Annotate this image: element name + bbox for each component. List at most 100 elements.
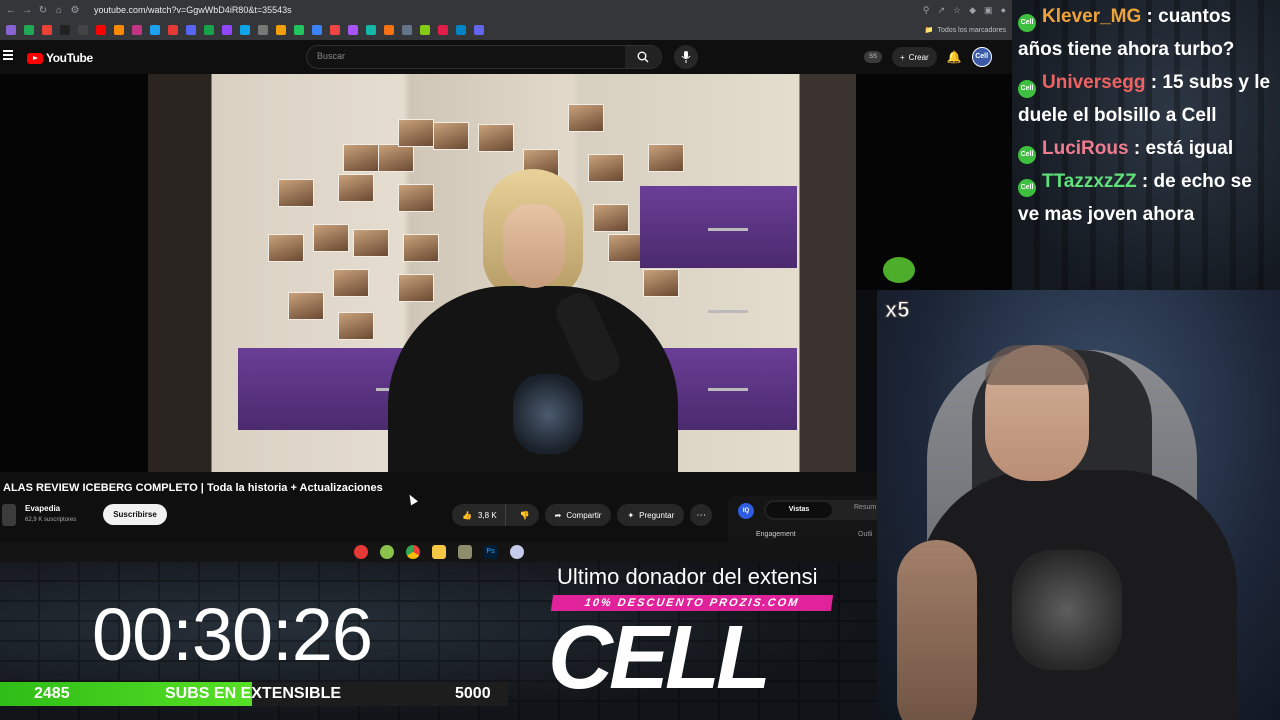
voice-search-button[interactable] (674, 45, 698, 69)
obs-app-icon[interactable] (353, 545, 368, 559)
app-icon[interactable] (457, 545, 472, 559)
bookmark-icon[interactable] (222, 25, 232, 35)
bookmark-icon[interactable] (6, 25, 16, 35)
plus-icon: + (900, 52, 905, 62)
player-letterbox-left (0, 74, 148, 472)
extensions-puzzle-icon[interactable]: ▣ (984, 5, 993, 16)
url-field[interactable]: youtube.com/watch?v=GgwWbD4iR80&t=35543s (86, 3, 917, 17)
frog-emote-icon (883, 257, 915, 283)
video-info: ALAS REVIEW ICEBERG COMPLETO | Toda la h… (0, 472, 884, 542)
bookmark-star-icon[interactable]: ☆ (953, 5, 961, 16)
photoshop-icon[interactable]: Ps (483, 545, 498, 559)
back-icon[interactable]: ← (6, 5, 16, 16)
bookmark-icon[interactable] (474, 25, 484, 35)
browser-tools: ⚲ ↗ ☆ ◆ ▣ ● (923, 5, 1006, 16)
all-bookmarks-folder[interactable]: 📁 Todos los marcadores (925, 26, 1006, 35)
bookmark-icon[interactable] (186, 25, 196, 35)
youtube-logo[interactable]: YouTube (27, 51, 93, 65)
bookmark-icon[interactable] (294, 25, 304, 35)
account-avatar[interactable]: Cell (971, 47, 992, 67)
bookmark-icon[interactable] (24, 25, 34, 35)
bookmark-icon[interactable] (42, 25, 52, 35)
chat-username: TTazzxzZZ (1042, 171, 1137, 192)
site-info-icon[interactable]: ⚙ (70, 5, 80, 16)
ellipsis-icon: ⋯ (696, 509, 707, 521)
bookmark-icon[interactable] (438, 25, 448, 35)
subs-goal-target: 5000 (455, 685, 491, 702)
bookmark-icon[interactable] (384, 25, 394, 35)
file-explorer-icon[interactable] (431, 545, 446, 559)
bookmark-icon[interactable] (330, 25, 340, 35)
tab-summary[interactable]: Resum (854, 504, 876, 511)
bookmark-icon[interactable] (168, 25, 178, 35)
bookmark-icon[interactable] (150, 25, 160, 35)
dislike-button[interactable]: 👎 (511, 504, 539, 526)
thumbs-up-icon: 👍 (462, 510, 472, 520)
bookmarks-bar: 📁 Todos los marcadores (0, 20, 1012, 40)
channel-avatar[interactable] (2, 504, 16, 526)
ask-button[interactable]: ✦ Preguntar (617, 504, 685, 526)
ask-label: Preguntar (639, 510, 675, 520)
pepe-emote: x5 (875, 255, 925, 323)
notifications-bell-icon[interactable]: 🔔 (947, 50, 962, 64)
zoom-icon[interactable]: ⚲ (923, 5, 930, 16)
bookmark-icon[interactable] (258, 25, 268, 35)
bookmark-icon[interactable] (312, 25, 322, 35)
extension-icon[interactable]: ◆ (969, 5, 976, 16)
search-input[interactable]: Buscar (317, 51, 345, 61)
bookmark-icon[interactable] (276, 25, 286, 35)
wall-photo (593, 204, 629, 232)
bookmark-icon[interactable] (204, 25, 214, 35)
menu-icon[interactable] (3, 50, 13, 60)
subs-goal-bar: 2485 SUBS EN EXTENSIBLE 5000 (0, 682, 508, 706)
video-player[interactable] (148, 74, 856, 472)
tab-views[interactable]: Vistas (766, 502, 832, 518)
bookmark-icon[interactable] (366, 25, 376, 35)
create-button[interactable]: + Crear (892, 47, 937, 67)
wall-photo (353, 229, 389, 257)
forward-icon[interactable]: → (22, 5, 32, 16)
app-icon[interactable] (379, 545, 394, 559)
profile-icon[interactable]: ● (1001, 5, 1006, 16)
bookmark-icon[interactable] (240, 25, 250, 35)
bookmark-icon[interactable] (132, 25, 142, 35)
create-label: Crear (908, 52, 929, 62)
bookmark-icon[interactable] (114, 25, 124, 35)
wall-photo (608, 234, 644, 262)
presenter-face (503, 204, 565, 288)
emote-multiplier: x5 (884, 297, 910, 323)
streamer-hair (985, 345, 1089, 385)
bookmark-icon[interactable] (402, 25, 412, 35)
bookmark-icon[interactable] (456, 25, 466, 35)
wall-photo (648, 144, 684, 172)
bookmark-icon[interactable] (60, 25, 70, 35)
home-icon[interactable]: ⌂ (54, 5, 64, 16)
subscribe-button[interactable]: Suscribirse (103, 504, 167, 525)
chat-badge-icon: Cell (1018, 179, 1036, 197)
share-arrow-icon: ➦ (554, 510, 562, 520)
ss-badge[interactable]: SS (864, 51, 882, 63)
panel-logo-icon: IQ (738, 503, 754, 519)
share-icon[interactable]: ↗ (938, 5, 946, 16)
channel-name[interactable]: Evapedia (25, 504, 60, 513)
bookmark-icon[interactable] (348, 25, 358, 35)
chat-overlay: Cell Klever_MG : cuantos años tiene ahora… (1018, 0, 1276, 231)
subs-goal-label: SUBS EN EXTENSIBLE (165, 685, 342, 702)
share-button[interactable]: ➦ Compartir (544, 504, 612, 526)
cell-logo: CELL (548, 608, 771, 708)
search-button[interactable] (625, 46, 661, 68)
shirt-print (513, 374, 583, 454)
more-options-button[interactable]: ⋯ (690, 504, 713, 526)
bookmark-icon[interactable] (96, 25, 106, 35)
bookmark-icon[interactable] (78, 25, 88, 35)
search-box[interactable]: Buscar (306, 45, 662, 69)
wall-photo (588, 154, 624, 182)
bookmark-icon[interactable] (420, 25, 430, 35)
like-button[interactable]: 👍 3,8 K (452, 504, 506, 526)
chat-badge-icon: Cell (1018, 80, 1036, 98)
chrome-icon[interactable] (405, 545, 420, 559)
reload-icon[interactable]: ↻ (38, 5, 48, 16)
like-count: 3,8 K (477, 510, 497, 520)
app-icon[interactable] (509, 545, 524, 559)
streamer-webcam (877, 290, 1280, 720)
